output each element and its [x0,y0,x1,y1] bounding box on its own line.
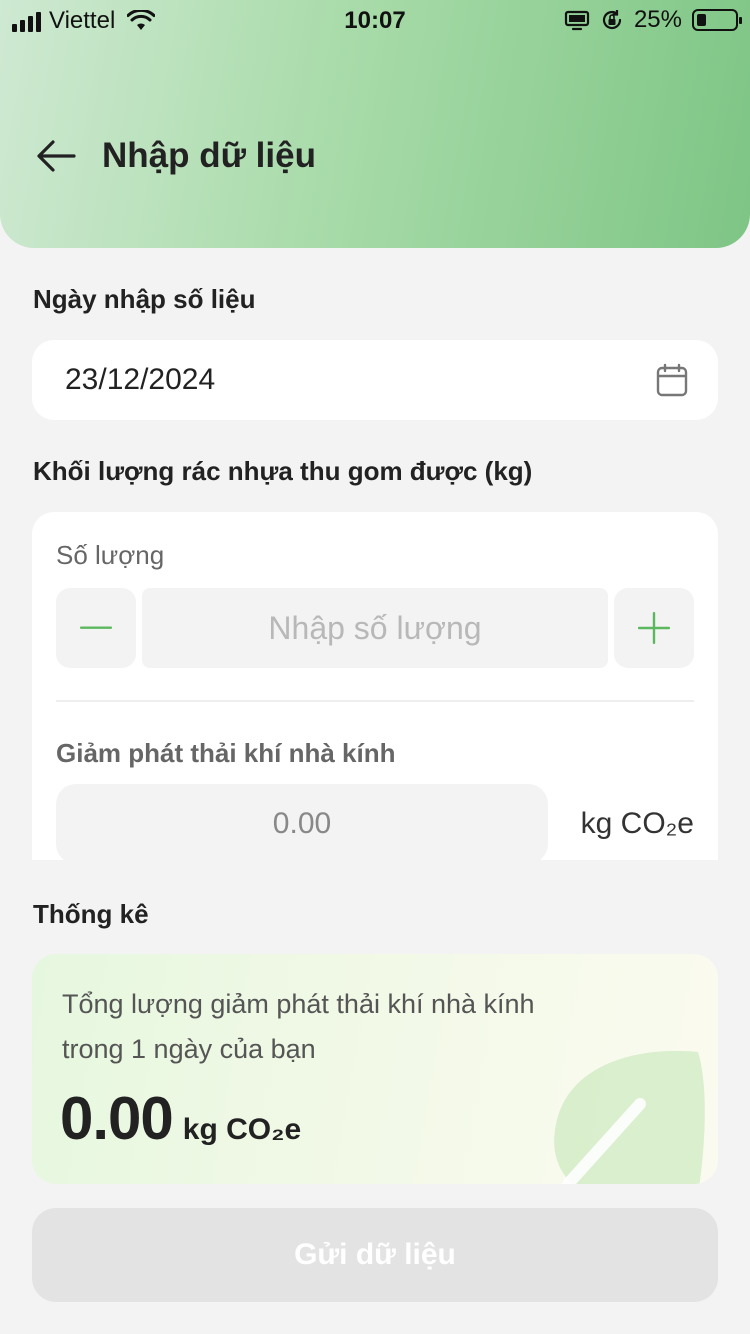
ghg-reduction-value: 0.00 [56,784,548,860]
stats-total-row: 0.00 kg CO₂e [60,1084,301,1153]
battery-icon [692,9,742,31]
battery-percent: 25% [633,6,682,33]
page-title: Nhập dữ liệu [102,136,316,175]
back-button[interactable] [36,136,76,176]
screen-mirroring-icon [564,10,590,31]
divider [56,700,694,702]
ghg-reduction-unit: kg CO₂e [580,807,694,840]
quantity-input[interactable] [142,588,608,668]
plus-icon [638,612,670,644]
status-bar: Viettel 10:07 25% [0,0,750,40]
stats-total-value: 0.00 [60,1085,174,1152]
stats-description: Tổng lượng giảm phát thải khí nhà kính t… [62,989,535,1064]
stats-section-label: Thống kê [33,899,149,929]
date-picker-field[interactable]: 23/12/2024 [32,340,718,420]
nav-bar: Nhập dữ liệu [36,136,316,176]
quantity-card: Số lượng Giảm phát thải khí nhà kính 0.0… [32,512,718,860]
app-screen: Viettel 10:07 25% Nhập dữ liệu Ngày nhập… [0,0,750,1334]
stats-total-unit: kg CO₂e [182,1113,302,1146]
increment-button[interactable] [614,588,694,668]
rotation-lock-icon [602,10,622,30]
submit-button[interactable]: Gửi dữ liệu [32,1208,718,1302]
arrow-left-icon [37,140,76,172]
date-section-label: Ngày nhập số liệu [33,284,256,314]
calendar-icon[interactable] [656,363,688,397]
stats-card: Tổng lượng giảm phát thải khí nhà kính t… [32,954,718,1184]
status-bar-right: 25% [564,6,742,34]
date-value: 23/12/2024 [65,363,216,396]
minus-icon [80,626,112,629]
ghg-reduction-label: Giảm phát thải khí nhà kính [56,738,396,768]
leaf-icon [554,1050,705,1184]
quantity-label: Số lượng [56,540,165,570]
decrement-button[interactable] [56,588,136,668]
quantity-section-label: Khối lượng rác nhựa thu gom được (kg) [33,456,533,486]
header: Viettel 10:07 25% Nhập dữ liệu [0,0,750,248]
battery-level [697,14,706,26]
